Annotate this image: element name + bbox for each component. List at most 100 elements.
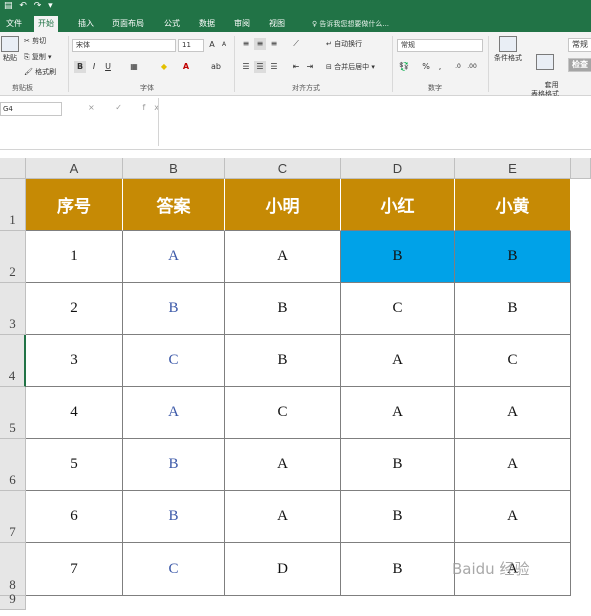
tab-page-layout[interactable]: 页面布局: [108, 16, 148, 32]
comma-button[interactable]: ,: [434, 61, 446, 73]
cell-b5[interactable]: A: [123, 387, 225, 439]
header-cell[interactable]: 小明: [225, 179, 341, 231]
quick-access-toolbar[interactable]: ▤ ↶ ↷ ▾: [4, 1, 55, 11]
column-header-f[interactable]: [571, 158, 591, 179]
fill-color-icon[interactable]: ◆: [158, 61, 170, 73]
font-name-select[interactable]: 宋体: [72, 39, 176, 52]
tell-me-search[interactable]: ♀ 告诉我您想要做什么...: [312, 16, 389, 32]
underline-button[interactable]: U: [102, 61, 114, 73]
borders-icon[interactable]: ▦: [128, 61, 140, 73]
row-header-2[interactable]: 2: [0, 231, 26, 283]
cell-d8[interactable]: B: [341, 543, 455, 596]
cell-b4[interactable]: C: [123, 335, 225, 387]
cell-d6[interactable]: B: [341, 439, 455, 491]
tab-review[interactable]: 审阅: [230, 16, 254, 32]
row-header-8[interactable]: 8: [0, 543, 26, 596]
tab-formulas[interactable]: 公式: [160, 16, 184, 32]
cell-b2[interactable]: A: [123, 231, 225, 283]
cell-d5[interactable]: A: [341, 387, 455, 439]
cell-a8[interactable]: 7: [26, 543, 123, 596]
cell-d3[interactable]: C: [341, 283, 455, 335]
phonetic-icon[interactable]: ab: [210, 61, 222, 73]
header-cell[interactable]: 序号: [26, 179, 123, 231]
currency-icon[interactable]: 💱: [398, 61, 410, 73]
cell-a7[interactable]: 6: [26, 491, 123, 543]
cell-a2[interactable]: 1: [26, 231, 123, 283]
percent-button[interactable]: %: [420, 61, 432, 73]
italic-button[interactable]: I: [88, 61, 100, 73]
grow-font-icon[interactable]: A: [206, 39, 218, 51]
cell-a6[interactable]: 5: [26, 439, 123, 491]
column-header-b[interactable]: B: [123, 158, 225, 179]
tab-file[interactable]: 文件: [2, 16, 26, 32]
style-normal[interactable]: 常规: [568, 38, 591, 52]
row-header-1[interactable]: 1: [0, 179, 26, 231]
decrease-decimal-icon[interactable]: .00: [466, 61, 478, 73]
cell-b8[interactable]: C: [123, 543, 225, 596]
align-bottom-icon[interactable]: ≡: [268, 38, 280, 50]
cell-b6[interactable]: B: [123, 439, 225, 491]
shrink-font-icon[interactable]: A: [218, 39, 230, 51]
merge-center-button[interactable]: ⊟ 合并后居中 ▾: [326, 62, 375, 72]
decrease-indent-icon[interactable]: ⇤: [290, 61, 302, 73]
row-header-5[interactable]: 5: [0, 387, 26, 439]
tab-view[interactable]: 视图: [265, 16, 289, 32]
header-cell[interactable]: 小红: [341, 179, 455, 231]
bold-button[interactable]: B: [74, 61, 86, 73]
row-header-6[interactable]: 6: [0, 439, 26, 491]
cell-a4[interactable]: 3: [26, 335, 123, 387]
row-header-7[interactable]: 7: [0, 491, 26, 543]
column-header-a[interactable]: A: [26, 158, 123, 179]
formula-bar-icons[interactable]: × ✓ fx: [88, 103, 168, 112]
header-cell[interactable]: 小黄: [455, 179, 571, 231]
cell-c6[interactable]: A: [225, 439, 341, 491]
copy-button[interactable]: ⎘ 复制 ▾: [24, 52, 52, 62]
cell-c3[interactable]: B: [225, 283, 341, 335]
cell-e3[interactable]: B: [455, 283, 571, 335]
cell-e7[interactable]: A: [455, 491, 571, 543]
cell-c2[interactable]: A: [225, 231, 341, 283]
format-painter-button[interactable]: 🖌 格式刷: [24, 67, 56, 77]
align-left-icon[interactable]: ☰: [240, 61, 252, 73]
number-format-select[interactable]: 常规: [397, 39, 483, 52]
select-all-corner[interactable]: [0, 158, 26, 179]
cell-d2[interactable]: B: [341, 231, 455, 283]
increase-decimal-icon[interactable]: .0: [452, 61, 464, 73]
tab-data[interactable]: 数据: [195, 16, 219, 32]
tab-insert[interactable]: 插入: [74, 16, 98, 32]
cell-b7[interactable]: B: [123, 491, 225, 543]
font-color-icon[interactable]: A: [180, 61, 192, 73]
row-header-4[interactable]: 4: [0, 335, 26, 387]
cell-c4[interactable]: B: [225, 335, 341, 387]
cell-d7[interactable]: B: [341, 491, 455, 543]
column-header-d[interactable]: D: [341, 158, 455, 179]
cell-c5[interactable]: C: [225, 387, 341, 439]
style-check-cell[interactable]: 检查: [568, 58, 591, 72]
cell-c8[interactable]: D: [225, 543, 341, 596]
row-header-3[interactable]: 3: [0, 283, 26, 335]
header-cell[interactable]: 答案: [123, 179, 225, 231]
cell-d4[interactable]: A: [341, 335, 455, 387]
column-header-c[interactable]: C: [225, 158, 341, 179]
tab-home[interactable]: 开始: [34, 16, 58, 32]
cell-c7[interactable]: A: [225, 491, 341, 543]
orientation-icon[interactable]: ⟋: [290, 38, 302, 50]
cut-button[interactable]: ✂ 剪切: [24, 36, 46, 46]
conditional-format-button[interactable]: 条件格式: [490, 36, 526, 63]
cell-a3[interactable]: 2: [26, 283, 123, 335]
cell-e2[interactable]: B: [455, 231, 571, 283]
cell-e5[interactable]: A: [455, 387, 571, 439]
font-size-select[interactable]: 11: [178, 39, 204, 52]
align-center-icon[interactable]: ☰: [254, 61, 266, 73]
paste-button[interactable]: 粘贴: [0, 36, 20, 63]
align-middle-icon[interactable]: ≡: [254, 38, 266, 50]
cell-a5[interactable]: 4: [26, 387, 123, 439]
cell-b3[interactable]: B: [123, 283, 225, 335]
cell-e6[interactable]: A: [455, 439, 571, 491]
align-right-icon[interactable]: ☰: [268, 61, 280, 73]
name-box[interactable]: G4: [0, 102, 62, 116]
column-header-e[interactable]: E: [455, 158, 571, 179]
cell-e4[interactable]: C: [455, 335, 571, 387]
increase-indent-icon[interactable]: ⇥: [304, 61, 316, 73]
row-header-9[interactable]: 9: [0, 591, 26, 610]
